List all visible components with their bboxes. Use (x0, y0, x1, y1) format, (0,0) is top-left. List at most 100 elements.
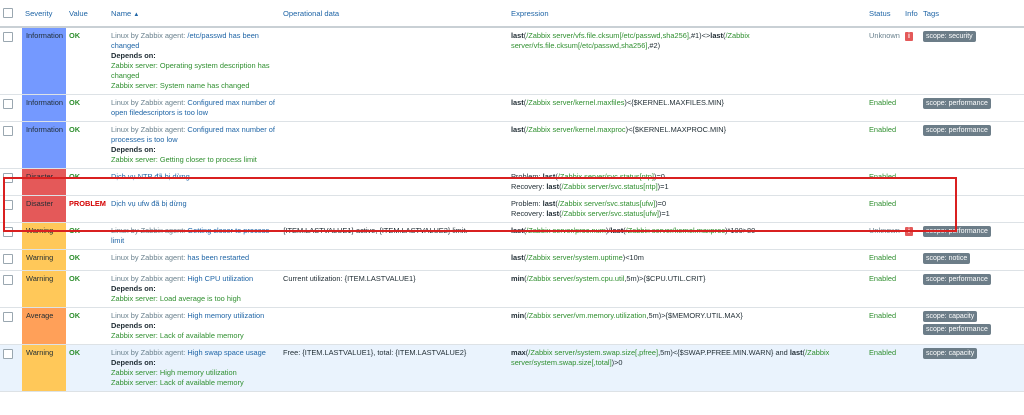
expr-item-link[interactable]: /Zabbix server/proc.num (526, 226, 606, 235)
row-select-cell (0, 222, 22, 250)
status-cell[interactable]: Unknown (866, 222, 902, 250)
tag-badge[interactable]: scope: notice (923, 253, 971, 264)
expr-item-link[interactable]: /Zabbix server/svc.status[ufw] (558, 199, 655, 208)
expr-item-link[interactable]: /Zabbix server/kernel.maxproc (626, 226, 725, 235)
trigger-name-link[interactable]: High memory utilization (187, 311, 264, 320)
trigger-name-link[interactable]: has been restarted (187, 253, 249, 262)
row-checkbox[interactable] (3, 312, 13, 322)
severity-cell: Average (22, 307, 66, 345)
expr-item-link[interactable]: /Zabbix server/svc.status[ntp] (558, 172, 654, 181)
expr-function: last (546, 209, 560, 218)
col-status[interactable]: Status (866, 0, 902, 28)
info-warning-icon[interactable]: i (905, 32, 913, 41)
expr-item-link[interactable]: /Zabbix server/svc.status[ntp] (562, 182, 658, 191)
operational-data-cell: Free: {ITEM.LASTVALUE1}, total: {ITEM.LA… (280, 344, 508, 392)
expr-item-link[interactable]: /Zabbix server/vm.memory.utilization (527, 311, 647, 320)
info-warning-icon[interactable]: i (905, 227, 913, 236)
status-cell[interactable]: Enabled (866, 168, 902, 196)
name-cell: Linux by Zabbix agent: Configured max nu… (108, 94, 280, 122)
row-checkbox[interactable] (3, 32, 13, 42)
dependency-link[interactable]: Zabbix server: Lack of available memory (111, 331, 277, 341)
status-cell[interactable]: Enabled (866, 195, 902, 223)
expr-item-link[interactable]: /Zabbix server/vfs.file.cksum[/etc/passw… (526, 31, 689, 40)
tags-cell: scope: performance (920, 222, 1024, 250)
trigger-name-link[interactable]: Dịch vụ ufw đã bị dừng (111, 199, 187, 208)
tag-badge[interactable]: scope: security (923, 31, 976, 42)
expr-item-link[interactable]: /Zabbix server/system.swap.size[,pfree] (528, 348, 658, 357)
table-header: Severity Value Name ▲ Operational data E… (0, 0, 1024, 28)
dependency-link[interactable]: Zabbix server: Getting closer to process… (111, 155, 277, 165)
expr-function: last (789, 348, 803, 357)
status-cell[interactable]: Enabled (866, 270, 902, 308)
expr-item-link[interactable]: /Zabbix server/system.uptime (526, 253, 623, 262)
expr-text: Problem: (511, 172, 543, 181)
tag-badge[interactable]: scope: capacity (923, 348, 978, 359)
dependency-link[interactable]: Zabbix server: System name has changed (111, 81, 277, 91)
expression-cell: last(/Zabbix server/vfs.file.cksum[/etc/… (508, 27, 866, 95)
tag-badge[interactable]: scope: performance (923, 274, 991, 285)
info-cell (902, 307, 920, 345)
row-checkbox[interactable] (3, 254, 13, 264)
row-select-cell (0, 249, 22, 271)
severity-cell: Information (22, 121, 66, 169)
tag-badge[interactable]: scope: performance (923, 125, 991, 136)
status-cell[interactable]: Enabled (866, 249, 902, 271)
tag-badge[interactable]: scope: performance (923, 226, 991, 237)
expr-text: )=1 (658, 209, 670, 218)
row-checkbox[interactable] (3, 173, 13, 183)
table-row: Disaster OK Dịch vụ NTP đã bị dừng Problem:… (0, 168, 1024, 196)
depends-on-label: Depends on: (111, 51, 156, 60)
select-all-checkbox[interactable] (3, 7, 13, 18)
severity-cell: Information (22, 27, 66, 95)
dependency-link[interactable]: Zabbix server: Lack of available memory (111, 378, 277, 388)
row-checkbox[interactable] (3, 126, 13, 136)
name-cell: Linux by Zabbix agent: High swap space u… (108, 344, 280, 392)
status-cell[interactable]: Enabled (866, 307, 902, 345)
info-cell (902, 94, 920, 122)
expression-cell: last(/Zabbix server/kernel.maxproc)<{$KE… (508, 121, 866, 169)
info-cell (902, 195, 920, 223)
expr-function: last (542, 172, 556, 181)
host-prefix: Linux by Zabbix agent: (111, 98, 188, 107)
expr-item-link[interactable]: /Zabbix server/system.cpu.util (527, 274, 625, 283)
tag-badge[interactable]: scope: performance (923, 98, 991, 109)
trigger-name-link[interactable]: Dịch vụ NTP đã bị dừng (111, 172, 190, 181)
info-cell (902, 168, 920, 196)
status-cell[interactable]: Enabled (866, 344, 902, 392)
select-all-header[interactable] (0, 0, 22, 28)
expr-item-link[interactable]: /Zabbix server/svc.status[ufw] (562, 209, 659, 218)
expr-text: Recovery: (511, 209, 547, 218)
dependency-link[interactable]: Zabbix server: Load average is too high (111, 294, 277, 304)
trigger-name-link[interactable]: High swap space usage (187, 348, 265, 357)
table-row: Information OK Linux by Zabbix agent: Conf… (0, 94, 1024, 122)
tag-badge[interactable]: scope: capacity (923, 311, 978, 322)
row-checkbox[interactable] (3, 227, 13, 237)
status-cell[interactable]: Enabled (866, 94, 902, 122)
row-checkbox[interactable] (3, 200, 13, 210)
expr-function: last (610, 226, 624, 235)
expr-text: ,#1)<> (688, 31, 711, 40)
status-cell[interactable]: Unknown (866, 27, 902, 95)
expr-item-link[interactable]: /Zabbix server/kernel.maxfiles (526, 98, 624, 107)
status-cell[interactable]: Enabled (866, 121, 902, 169)
info-cell (902, 121, 920, 169)
trigger-name-link[interactable]: High CPU utilization (187, 274, 253, 283)
expr-item-link[interactable]: /Zabbix server/kernel.maxproc (526, 125, 625, 134)
expr-function: last (710, 31, 724, 40)
operational-data-cell (280, 121, 508, 169)
row-select-cell (0, 121, 22, 169)
dependency-link[interactable]: Zabbix server: Operating system descript… (111, 61, 277, 81)
expr-function: last (511, 226, 524, 235)
expr-function: last (511, 125, 524, 134)
tag-badge[interactable]: scope: performance (923, 324, 991, 335)
severity-cell: Disaster (22, 168, 66, 196)
row-checkbox[interactable] (3, 99, 13, 109)
operational-data-cell (280, 195, 508, 223)
dependency-link[interactable]: Zabbix server: High memory utilization (111, 368, 277, 378)
row-checkbox[interactable] (3, 275, 13, 285)
row-checkbox[interactable] (3, 349, 13, 359)
name-cell: Linux by Zabbix agent: /etc/passwd has b… (108, 27, 280, 95)
row-select-cell (0, 307, 22, 345)
col-name[interactable]: Name ▲ (108, 0, 280, 28)
col-severity[interactable]: Severity (22, 0, 66, 28)
